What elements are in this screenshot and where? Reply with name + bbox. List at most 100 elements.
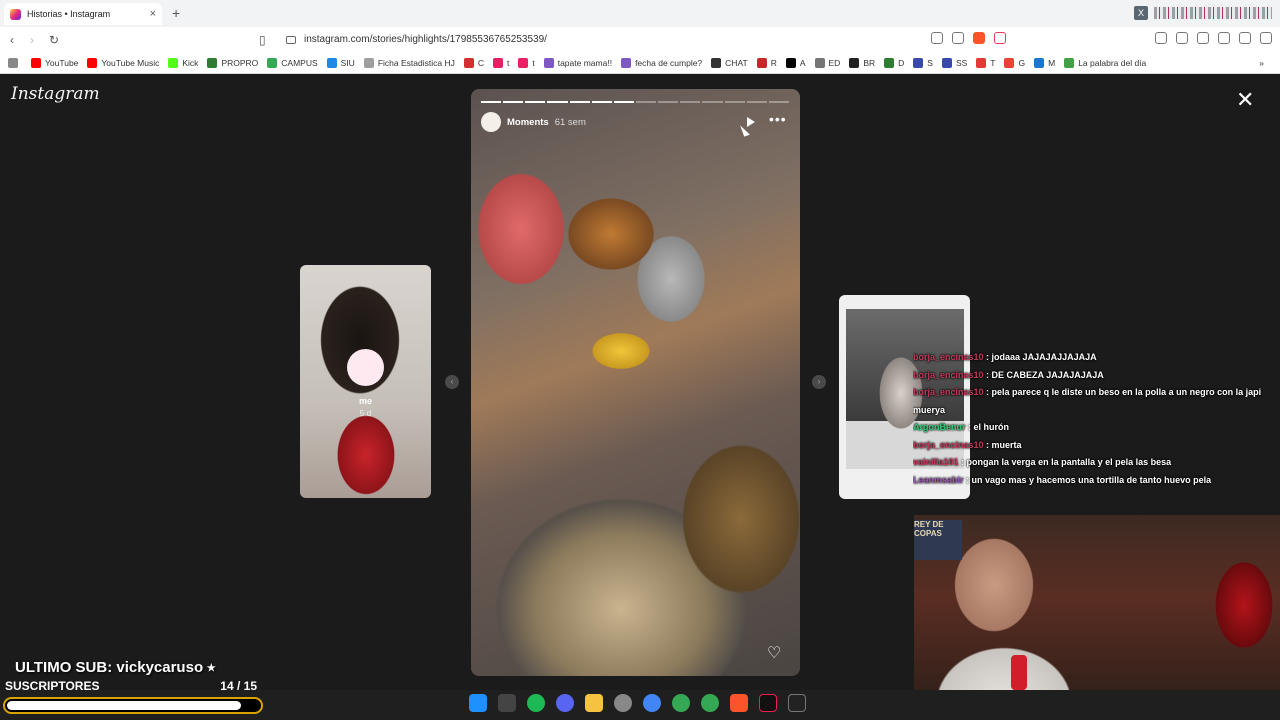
bookmark-item[interactable]: Kick [168, 57, 198, 68]
play-icon[interactable] [747, 117, 755, 127]
tab-close-icon[interactable]: × [150, 8, 156, 20]
bookmark-item[interactable]: t [518, 57, 535, 68]
bookmark-item[interactable]: G [1004, 57, 1026, 68]
chrome-profile-icon[interactable] [672, 694, 690, 712]
story-viewer[interactable]: Moments 61 sem ••• ♡ [471, 89, 800, 676]
bookmark-item[interactable]: YouTube Music [87, 57, 160, 68]
bookmark-item[interactable]: CAMPUS [267, 57, 318, 68]
story-progress-bar [481, 101, 789, 103]
browser-titlebar: Historias • Instagram × + X [0, 0, 1280, 27]
bookmark-item[interactable]: tapate mama!! [543, 57, 612, 68]
close-stories-icon[interactable]: ✕ [1236, 89, 1254, 111]
bookmark-label: D [898, 57, 905, 68]
epic-games-icon[interactable] [788, 694, 806, 712]
story-username[interactable]: Moments [507, 117, 549, 128]
obs-icon[interactable] [614, 694, 632, 712]
bookmark-icon[interactable]: ▯ [259, 33, 266, 47]
progress-segment [768, 101, 789, 103]
more-bookmarks-icon[interactable]: » [1259, 58, 1264, 68]
previous-story-preview[interactable]: me 5 d [300, 265, 431, 498]
forward-icon[interactable]: › [30, 33, 34, 47]
bookmark-favicon-icon [756, 57, 767, 68]
bookmark-label: YouTube Music [101, 57, 160, 68]
chrome-icon[interactable] [643, 694, 661, 712]
bookmark-item[interactable]: T [976, 57, 995, 68]
instagram-logo[interactable]: Instagram [11, 84, 100, 104]
heart-icon[interactable]: ♡ [767, 643, 781, 663]
bookmark-favicon-icon [621, 57, 632, 68]
apps-icon[interactable] [8, 57, 22, 68]
bookmark-item[interactable]: C [463, 57, 484, 68]
more-options-icon[interactable]: ••• [769, 111, 787, 127]
bookmark-favicon-icon [814, 57, 825, 68]
bookmark-favicon-icon [941, 57, 952, 68]
start-icon[interactable] [469, 694, 487, 712]
progress-segment [481, 101, 502, 103]
chat-text: jodaaa JAJAJAJJAJAJA [991, 352, 1097, 362]
vpn-icon[interactable] [1239, 32, 1251, 44]
bookmark-item[interactable]: SS [941, 57, 967, 68]
bookmark-favicon-icon [31, 57, 41, 68]
bookmark-label: t [506, 57, 510, 68]
app-icon[interactable]: X [1134, 6, 1148, 20]
bookmark-item[interactable]: La palabra del día [1064, 57, 1146, 68]
bookmark-item[interactable]: ED [814, 57, 840, 68]
bookmark-label: G [1018, 57, 1026, 68]
chat-username: borja_encinas10 [913, 369, 984, 380]
bookmark-item[interactable]: M [1034, 57, 1056, 68]
brave-icon[interactable] [730, 694, 748, 712]
back-icon[interactable]: ‹ [10, 33, 14, 47]
chat-text: muerya [913, 404, 946, 415]
bookmark-label: PROPRO [221, 57, 259, 68]
bookmark-item[interactable]: S [913, 57, 933, 68]
leo-icon[interactable] [1218, 32, 1230, 44]
brave-shield-icon[interactable] [973, 32, 985, 44]
sidebar-icon[interactable] [1176, 32, 1188, 44]
url-text[interactable]: instagram.com/stories/highlights/1798553… [304, 34, 547, 45]
bookmark-item[interactable]: CHAT [711, 57, 748, 68]
bookmark-label: CHAT [725, 57, 748, 68]
spotify-icon[interactable] [527, 694, 545, 712]
bookmark-item[interactable]: Ficha Estadistica HJ [363, 57, 455, 68]
file-explorer-icon[interactable] [585, 694, 603, 712]
bookmark-item[interactable]: SIU [326, 57, 355, 68]
microphone [1011, 655, 1027, 690]
bookmark-item[interactable]: YouTube [31, 57, 78, 68]
cast-icon[interactable] [931, 32, 943, 44]
bookmark-favicon-icon [913, 57, 924, 68]
tiktok-icon[interactable] [759, 694, 777, 712]
search-icon[interactable] [498, 694, 516, 712]
bookmark-item[interactable]: fecha de cumple? [621, 57, 702, 68]
subs-label: SUSCRIPTORES [5, 679, 100, 693]
chrome-profile-2-icon[interactable] [701, 694, 719, 712]
toolbar-icons [931, 32, 1272, 44]
new-tab-button[interactable]: + [172, 5, 180, 21]
tabs-icon[interactable] [1155, 32, 1167, 44]
wallet-icon[interactable] [1197, 32, 1209, 44]
discord-icon[interactable] [556, 694, 574, 712]
brave-rewards-icon[interactable] [994, 32, 1006, 44]
reload-icon[interactable]: ↻ [49, 33, 59, 47]
bookmark-label: M [1048, 57, 1056, 68]
share-icon[interactable] [952, 32, 964, 44]
bookmark-item[interactable]: PROPRO [207, 57, 259, 68]
browser-tab[interactable]: Historias • Instagram × [4, 3, 162, 25]
chat-message: borja_encinas10 : DE CABEZA JAJAJAJAJA [913, 367, 1280, 385]
menu-icon[interactable] [1260, 32, 1272, 44]
url-field[interactable]: instagram.com/stories/highlights/1798553… [280, 30, 1000, 49]
avatar[interactable] [481, 112, 501, 132]
site-info-icon[interactable] [286, 35, 296, 44]
subs-progress-bar [3, 697, 263, 714]
prev-story-icon[interactable]: ‹ [445, 375, 459, 389]
chat-message: ArgonBenur : el hurón [913, 419, 1280, 437]
bookmark-favicon-icon [1064, 57, 1075, 68]
bookmark-item[interactable]: A [785, 57, 806, 68]
bookmark-favicon-icon [326, 57, 337, 68]
next-story-icon[interactable]: › [812, 375, 826, 389]
bookmark-label: t [532, 57, 535, 68]
preview-time: 5 d [359, 408, 372, 418]
bookmark-item[interactable]: D [884, 57, 905, 68]
bookmark-item[interactable]: t [492, 57, 510, 68]
bookmark-item[interactable]: BR [849, 57, 875, 68]
bookmark-item[interactable]: R [756, 57, 777, 68]
